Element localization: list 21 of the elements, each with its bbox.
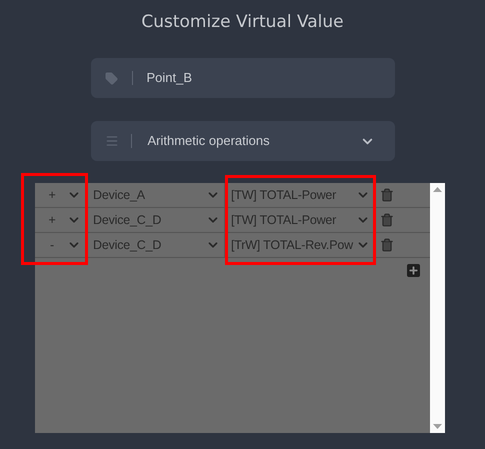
operator-select[interactable]: + <box>37 208 86 232</box>
device-select[interactable]: Device_C_D <box>89 233 225 257</box>
name-field[interactable]: Point_B <box>90 58 394 98</box>
scroll-up-icon[interactable] <box>433 187 442 192</box>
delete-button[interactable] <box>380 188 394 202</box>
delete-button[interactable] <box>380 238 394 252</box>
list-icon <box>104 134 118 148</box>
parameter-select[interactable]: [TW] TOTAL-Power <box>227 183 375 207</box>
operation-select[interactable]: Arithmetic operations <box>90 121 394 161</box>
device-select[interactable]: Device_A <box>89 183 225 207</box>
device-select[interactable]: Device_C_D <box>89 208 225 232</box>
parameter-select[interactable]: [TW] TOTAL-Power <box>227 208 375 232</box>
scrollbar[interactable] <box>430 183 445 433</box>
parameter-select[interactable]: [TrW] TOTAL-Rev.Pow <box>227 233 375 257</box>
tag-icon <box>104 72 118 84</box>
scroll-down-icon[interactable] <box>433 424 442 429</box>
operator-select[interactable]: - <box>37 233 86 257</box>
operator-select[interactable]: + <box>37 183 86 207</box>
add-button[interactable] <box>407 264 420 277</box>
delete-button[interactable] <box>380 213 394 227</box>
page-title: Customize Virtual Value <box>141 11 344 34</box>
